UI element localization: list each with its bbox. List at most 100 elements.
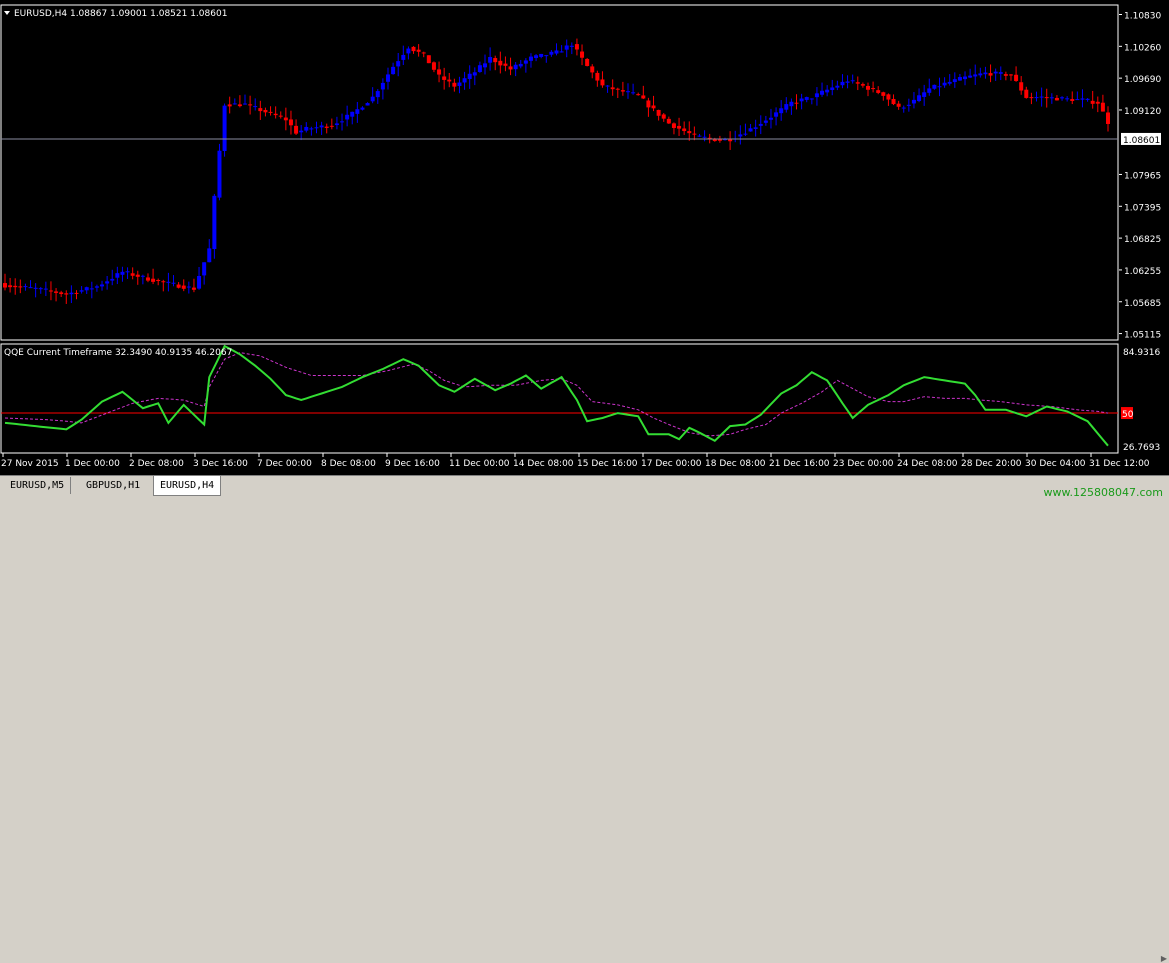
candle-body	[590, 66, 595, 73]
candle-body	[534, 55, 539, 59]
candle-body	[120, 271, 125, 275]
candle-body	[687, 131, 692, 134]
candle-body	[1039, 96, 1044, 98]
candle-body	[528, 56, 533, 61]
candle-body	[978, 73, 983, 76]
candle-body	[212, 195, 217, 249]
candle-body	[620, 90, 625, 92]
candle-body	[135, 274, 140, 277]
candle-body	[615, 88, 620, 90]
candle-body	[452, 82, 457, 87]
candle-body	[161, 281, 166, 283]
candle-body	[1090, 100, 1095, 104]
candle-body	[988, 73, 993, 76]
candle-body	[758, 123, 763, 126]
time-axis-label: 11 Dec 00:00	[449, 459, 510, 469]
candle-body	[1008, 74, 1013, 76]
candle-body	[477, 65, 482, 72]
candle-body	[355, 109, 360, 114]
candle-body	[1065, 98, 1070, 100]
candle-body	[702, 136, 707, 138]
indicator-axis-top: 84.9316	[1123, 348, 1160, 358]
candle-body	[33, 287, 38, 289]
chart-background	[0, 0, 1169, 475]
candle-body	[947, 81, 952, 84]
candle-body	[191, 287, 196, 290]
candle-body	[227, 104, 232, 107]
time-axis-label: 24 Dec 08:00	[897, 459, 958, 469]
candle-body	[421, 52, 426, 54]
candle-body	[952, 79, 957, 83]
candle-body	[942, 82, 947, 86]
candle-body	[508, 66, 513, 70]
time-axis-label: 28 Dec 20:00	[961, 459, 1022, 469]
time-axis-label: 8 Dec 08:00	[321, 459, 376, 469]
chart-tab-bar: EURUSD,M5 GBPUSD,H1 EURUSD,H4 ▶	[0, 475, 1169, 963]
candle-body	[917, 95, 922, 102]
candle-body	[1003, 74, 1008, 76]
candle-body	[957, 77, 962, 81]
candle-body	[273, 113, 278, 116]
candle-body	[202, 262, 207, 276]
candle-body	[498, 60, 503, 66]
candle-body	[283, 117, 288, 121]
scroll-right-icon[interactable]: ▶	[1161, 954, 1167, 963]
price-axis-label: 1.10260	[1124, 43, 1161, 53]
candle-body	[391, 66, 396, 75]
candle-body	[89, 288, 94, 290]
candle-body	[804, 97, 809, 100]
time-axis-label: 15 Dec 16:00	[577, 459, 638, 469]
candle-body	[559, 51, 564, 53]
price-axis-label: 1.05115	[1124, 331, 1161, 341]
candle-body	[1019, 82, 1024, 91]
candle-body	[646, 100, 651, 108]
candle-body	[993, 71, 998, 74]
candle-body	[125, 271, 130, 273]
time-axis-label: 2 Dec 08:00	[129, 459, 184, 469]
time-axis-label: 18 Dec 08:00	[705, 459, 766, 469]
candle-body	[166, 281, 171, 283]
chart-canvas[interactable]: 1.10830 1.10260 1.09690 1.09120 1.07965 1.073…	[0, 0, 1169, 475]
indicator-axis-bottom: 26.7693	[1123, 443, 1160, 453]
candle-body	[181, 285, 186, 289]
candle-body	[768, 117, 773, 120]
candle-body	[13, 285, 18, 288]
tab-gbpusd-h1[interactable]: GBPUSD,H1	[80, 477, 146, 494]
candle-body	[299, 130, 304, 133]
candle-body	[539, 53, 544, 57]
candle-body	[963, 76, 968, 80]
candle-body	[998, 72, 1003, 74]
candle-body	[779, 108, 784, 114]
candle-body	[625, 91, 630, 93]
candle-body	[794, 102, 799, 104]
candle-body	[110, 278, 115, 281]
candle-body	[835, 85, 840, 88]
candle-body	[544, 55, 549, 57]
time-axis-label: 9 Dec 16:00	[385, 459, 440, 469]
candle-body	[304, 126, 309, 131]
candle-body	[268, 111, 273, 113]
candle-body	[860, 84, 865, 86]
candle-body	[493, 58, 498, 63]
tab-eurusd-m5[interactable]: EURUSD,M5	[4, 477, 72, 494]
candle-body	[488, 56, 493, 63]
candle-body	[151, 278, 156, 282]
candle-body	[876, 90, 881, 93]
candle-body	[871, 88, 876, 90]
tab-eurusd-h4[interactable]: EURUSD,H4	[153, 476, 222, 496]
candle-body	[145, 277, 150, 281]
candle-body	[248, 104, 253, 106]
candle-body	[197, 275, 202, 289]
candle-body	[28, 287, 33, 289]
price-axis-label: 1.09120	[1124, 107, 1161, 117]
candle-body	[809, 98, 814, 100]
candle-body	[865, 85, 870, 90]
candle-body	[799, 98, 804, 102]
candle-body	[911, 99, 916, 104]
candle-body	[1054, 97, 1059, 101]
candle-body	[610, 87, 615, 90]
candle-body	[3, 283, 7, 288]
candle-body	[263, 109, 268, 113]
candle-body	[1049, 97, 1054, 99]
time-axis-label: 3 Dec 16:00	[193, 459, 248, 469]
